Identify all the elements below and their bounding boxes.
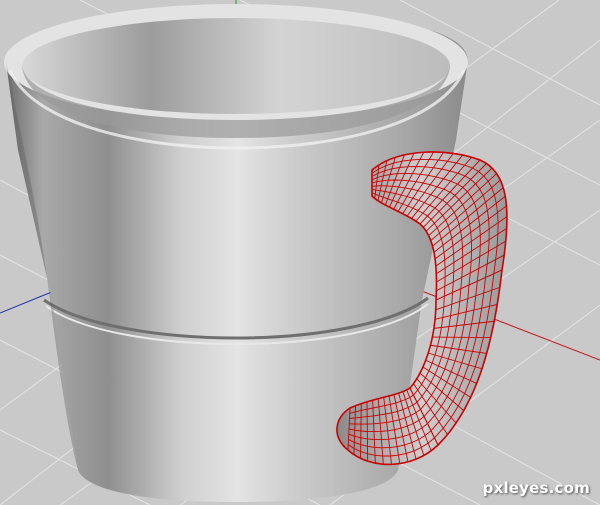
3d-viewport[interactable]: pxleyes.com (0, 0, 600, 505)
scene-canvas[interactable] (0, 0, 600, 505)
watermark-text: pxleyes.com (482, 479, 590, 497)
